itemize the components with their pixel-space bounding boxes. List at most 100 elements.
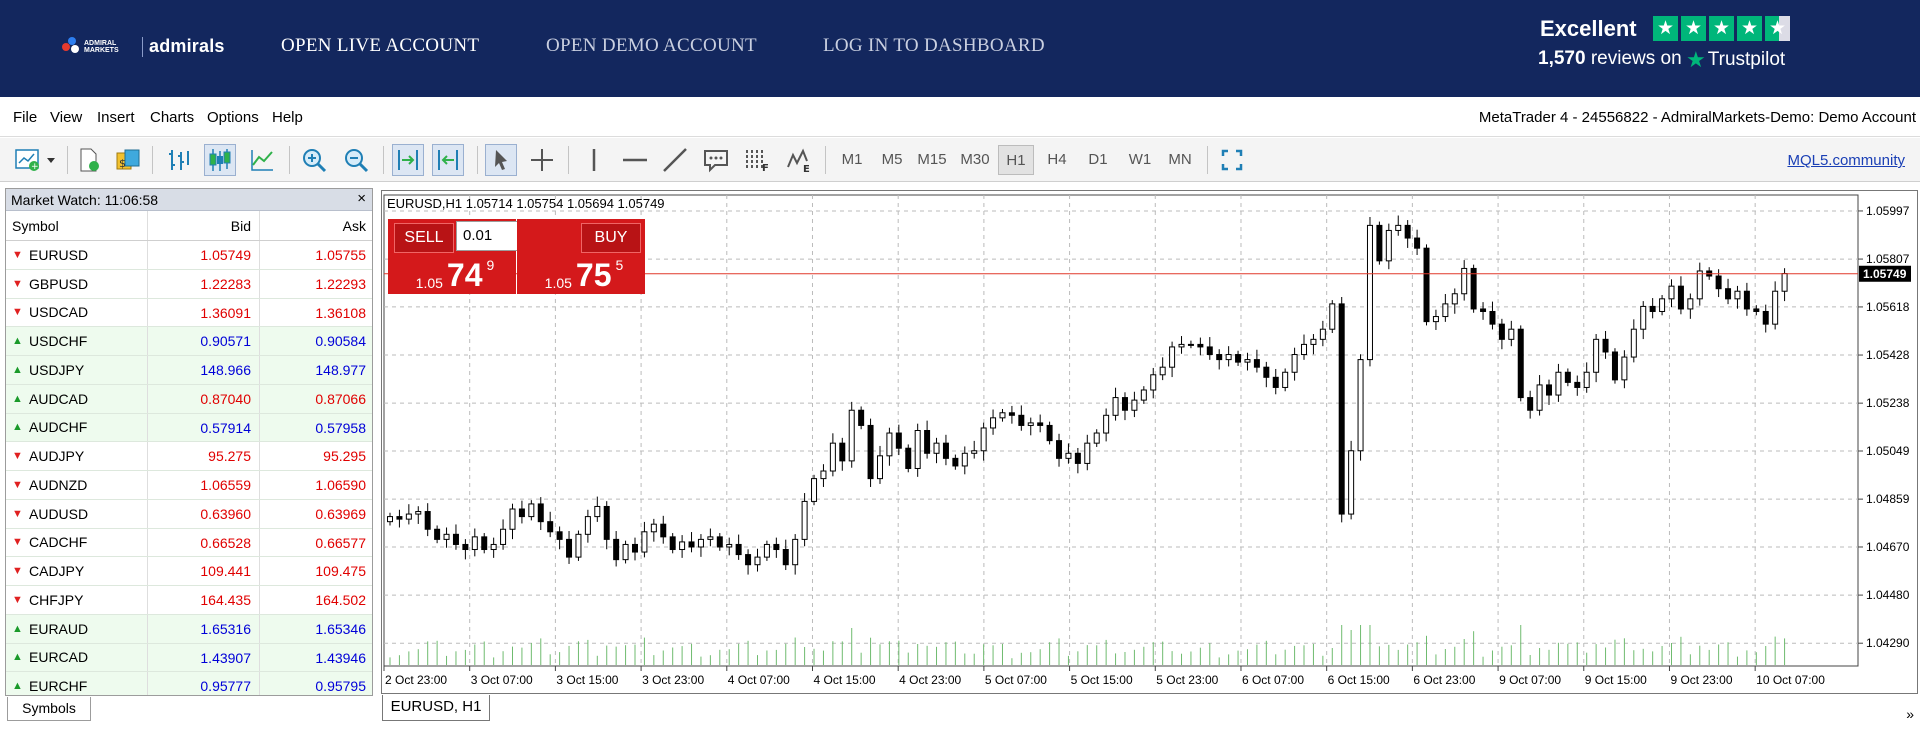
buy-button[interactable]: BUY [581,223,641,253]
tf-d1[interactable]: D1 [1080,145,1116,175]
cursor-icon[interactable] [485,144,517,176]
candle [556,531,563,540]
candle [942,442,949,459]
open-demo-account-link[interactable]: OPEN DEMO ACCOUNT [546,35,757,57]
zoom-out-icon[interactable] [340,144,372,176]
tf-m15[interactable]: M15 [914,145,950,175]
chart-shift-icon[interactable] [432,144,464,176]
crosshair-icon[interactable] [526,144,558,176]
bid-cell: 1.22283 [148,269,260,298]
trustpilot-stars: ★ ★ ★ ★ ★ [1653,16,1790,41]
table-row[interactable]: ▼ CADCHF 0.66528 0.66577 [6,528,372,558]
login-dashboard-link[interactable]: LOG IN TO DASHBOARD [823,35,1045,57]
table-row[interactable]: ▲ AUDCAD 0.87040 0.87066 [6,384,372,414]
trustpilot-reviews[interactable]: 1,570 reviews on [1538,48,1682,70]
candle [1687,298,1694,310]
x-tick-label: 9 Oct 23:00 [1670,673,1732,687]
candle [490,543,497,551]
symbol-cell: ▲ EURCAD [6,643,148,672]
menu-charts[interactable]: Charts [150,109,194,126]
candle [452,533,459,545]
candle [405,513,412,520]
horizontal-line-icon[interactable] [619,144,651,176]
ask-cell: 109.475 [315,563,366,580]
buy-panel[interactable]: BUY 1.05 75 5 [517,219,645,294]
table-row[interactable]: ▼ AUDUSD 0.63960 0.63969 [6,499,372,529]
fullscreen-icon[interactable] [1216,144,1248,176]
market-watch-columns: Symbol Bid Ask [6,211,372,241]
candle [1065,452,1072,459]
bid-cell: 0.57914 [148,413,260,442]
candle [1056,440,1063,459]
new-chart-button[interactable]: + [12,144,58,176]
column-ask[interactable]: Ask [260,211,372,240]
arrow-down-icon: ▼ [12,593,23,606]
line-chart-icon[interactable] [246,144,278,176]
menu-insert[interactable]: Insert [97,109,135,126]
tf-m1[interactable]: M1 [834,145,870,175]
trendline-icon[interactable] [659,144,691,176]
tf-h1[interactable]: H1 [998,145,1034,175]
tf-h4[interactable]: H4 [1039,145,1075,175]
table-row[interactable]: ▼ CHFJPY 164.435 164.502 [6,586,372,615]
column-symbol[interactable]: Symbol [6,211,148,240]
table-row[interactable]: ▲ USDJPY 148.966 148.977 [6,356,372,385]
menu-help[interactable]: Help [272,109,303,126]
tf-m5[interactable]: M5 [874,145,910,175]
candle [1555,371,1562,396]
table-row[interactable]: ▲ USDCHF 0.90571 0.90584 [6,327,372,356]
account-info: MetaTrader 4 - 24556822 - AdmiralMarkets… [1478,109,1916,126]
open-live-account-link[interactable]: OPEN LIVE ACCOUNT [281,35,479,57]
toolbar: + $ F E M1 M5 M15 M30 H1 H4 D1 W1 MN MQL… [0,138,1920,182]
close-icon[interactable]: × [357,190,366,207]
candle [613,538,620,561]
mql5-community-link[interactable]: MQL5.community [1787,152,1905,169]
candle [603,505,610,540]
tf-w1[interactable]: W1 [1122,145,1158,175]
column-bid[interactable]: Bid [148,211,260,240]
bar-chart-icon[interactable] [163,144,195,176]
candle [1159,366,1166,376]
sell-button[interactable]: SELL [394,223,454,253]
candle [1197,343,1204,348]
tab-scroll-right-icon[interactable]: » [1906,706,1914,722]
vertical-line-icon[interactable] [578,144,610,176]
menu-options[interactable]: Options [207,109,259,126]
auto-scroll-icon[interactable] [392,144,424,176]
new-profile-icon[interactable] [72,144,104,176]
table-row[interactable]: ▲ EURAUD 1.65316 1.65346 [6,614,372,644]
table-row[interactable]: ▲ EURCHF 0.95777 0.95795 [6,672,372,695]
ask-cell: 1.65346 [315,620,366,637]
text-label-icon[interactable] [700,144,732,176]
chart-tab[interactable]: EURUSD, H1 [382,695,490,721]
zoom-in-icon[interactable] [298,144,330,176]
table-row[interactable]: ▲ EURCAD 1.43907 1.43946 [6,643,372,673]
menu-view[interactable]: View [50,109,82,126]
symbols-tab[interactable]: Symbols [7,697,91,721]
arrow-up-icon: ▲ [12,680,23,693]
candle [1018,414,1025,426]
table-row[interactable]: ▼ GBPUSD 1.22283 1.22293 [6,269,372,299]
tf-mn[interactable]: MN [1162,145,1198,175]
table-row[interactable]: ▼ AUDJPY 95.275 95.295 [6,442,372,471]
candle [1734,290,1741,300]
admirals-logo[interactable]: ADMIRAL MARKETS admirals [62,36,225,57]
bid-cell: 0.66528 [148,528,260,557]
menu-file[interactable]: File [13,109,37,126]
fibonacci-icon[interactable]: F [741,144,773,176]
table-row[interactable]: ▼ AUDNZD 1.06559 1.06590 [6,471,372,500]
arrow-down-icon: ▼ [12,536,23,549]
tf-m30[interactable]: M30 [957,145,993,175]
table-row[interactable]: ▼ CADJPY 109.441 109.475 [6,557,372,586]
table-row[interactable]: ▼ USDCAD 1.36091 1.36108 [6,298,372,328]
candle [594,505,601,518]
candle [415,511,422,515]
market-watch-toggle-icon[interactable]: $ [112,144,144,176]
ask-cell: 95.295 [323,448,366,465]
x-tick-label: 9 Oct 07:00 [1499,673,1561,687]
table-row[interactable]: ▲ AUDCHF 0.57914 0.57958 [6,413,372,443]
candlestick-chart-icon[interactable] [204,144,236,176]
elliott-wave-icon[interactable]: E [783,144,815,176]
trustpilot-logo[interactable]: ★ Trustpilot [1686,47,1785,73]
table-row[interactable]: ▼ EURUSD 1.05749 1.05755 [6,241,372,270]
